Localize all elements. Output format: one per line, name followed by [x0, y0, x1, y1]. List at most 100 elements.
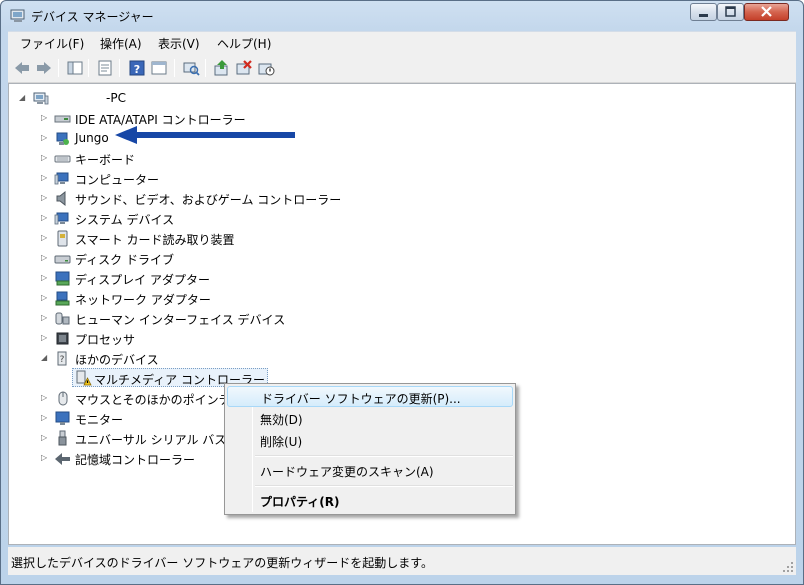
tree-item-label: ディスク ドライブ	[75, 253, 174, 267]
toolbar-separator	[174, 59, 175, 77]
device-manager-window: デバイス マネージャー ファイル(F) 操作(A) 表示(V) ヘルプ(H) ?	[0, 0, 804, 585]
tree-item-label: マウスとそのほかのポインティング デバイス	[75, 393, 239, 407]
minimize-button[interactable]	[690, 3, 717, 21]
tree-root[interactable]: ◢ -PC	[19, 89, 219, 108]
tree-item-mouse[interactable]: ▷ マウスとそのほかのポインティング デバイス	[39, 389, 239, 408]
menu-bar: ファイル(F) 操作(A) 表示(V) ヘルプ(H)	[8, 31, 796, 53]
menu-file[interactable]: ファイル(F)	[20, 35, 84, 52]
close-button[interactable]	[744, 3, 789, 21]
context-item-label: 無効(D)	[260, 413, 303, 427]
toolbar-separator	[119, 59, 120, 77]
toolbar-separator	[88, 59, 89, 77]
expand-icon[interactable]: ▷	[41, 153, 49, 163]
tree-item-disk[interactable]: ▷ ディスク ドライブ	[39, 249, 239, 268]
tree-item-label: キーボード	[75, 153, 136, 167]
tree-item-label: ユニバーサル シリアル バス コントローラー	[75, 433, 225, 447]
menu-help[interactable]: ヘルプ(H)	[217, 35, 271, 52]
expand-icon[interactable]: ▷	[41, 393, 49, 403]
hid-icon	[55, 312, 70, 325]
tree-item-sound[interactable]: ▷ サウンド、ビデオ、およびゲーム コントローラー	[39, 189, 379, 208]
tree-item-hid[interactable]: ▷ ヒューマン インターフェイス デバイス	[39, 309, 319, 328]
tree-item-monitor[interactable]: ▷ モニター	[39, 409, 219, 428]
storage-controller-icon	[55, 453, 70, 465]
context-item-properties[interactable]: プロパティ(R)	[227, 490, 513, 511]
maximize-icon	[725, 6, 736, 17]
tree-item-other[interactable]: ◢ ? ほかのデバイス	[39, 349, 239, 368]
resize-grip-icon[interactable]	[782, 561, 794, 573]
system-device-icon	[54, 212, 69, 225]
context-menu: ドライバー ソフトウェアの更新(P)... 無効(D) 削除(U) ハードウェア…	[224, 383, 516, 515]
toolbar-separator	[205, 59, 206, 77]
context-item-uninstall[interactable]: 削除(U)	[227, 430, 513, 451]
expand-icon[interactable]: ▷	[41, 173, 49, 183]
annotation-arrow	[115, 126, 295, 144]
expand-icon[interactable]: ▷	[41, 293, 49, 303]
toolbar-separator	[58, 59, 59, 77]
speaker-icon	[56, 190, 66, 207]
tree-root-label: -PC	[106, 91, 126, 105]
tree-item-label: スマート カード読み取り装置	[75, 233, 235, 247]
tree-item-keyboard[interactable]: ▷ キーボード	[39, 149, 239, 168]
expand-icon[interactable]: ▷	[41, 213, 49, 223]
display-adapter-icon	[55, 271, 70, 286]
tree-item-display[interactable]: ▷ ディスプレイ アダプター	[39, 269, 259, 288]
tree-item-usb[interactable]: ▷ ユニバーサル シリアル バス コントローラー	[39, 429, 225, 448]
minimize-icon	[699, 14, 708, 17]
maximize-button[interactable]	[717, 3, 744, 21]
tree-item-label: プロセッサ	[75, 333, 136, 347]
expand-icon[interactable]: ▷	[41, 273, 49, 283]
toolbar: ?	[8, 53, 796, 83]
tree-item-label: コンピューター	[75, 173, 160, 187]
tree-item-label: 記憶域コントローラー	[75, 453, 196, 467]
expand-icon[interactable]: ▷	[41, 413, 49, 423]
computer-icon	[33, 92, 49, 105]
tree-item-network[interactable]: ▷ ネットワーク アダプター	[39, 289, 259, 308]
context-item-scan[interactable]: ハードウェア変更のスキャン(A)	[227, 460, 513, 481]
expand-icon[interactable]: ▷	[41, 193, 49, 203]
expand-icon[interactable]: ▷	[41, 133, 49, 143]
update-driver-icon[interactable]	[213, 59, 231, 77]
scan-hardware-icon[interactable]	[182, 59, 200, 77]
menu-action[interactable]: 操作(A)	[100, 35, 142, 52]
tree-item-computer[interactable]: ▷ コンピューター	[39, 169, 239, 188]
properties-icon[interactable]	[96, 59, 114, 77]
tree-item-label: システム デバイス	[75, 213, 175, 227]
collapse-icon[interactable]: ◢	[41, 353, 49, 363]
expand-icon[interactable]: ▷	[41, 233, 49, 243]
expand-icon[interactable]: ▷	[41, 433, 49, 443]
disable-icon[interactable]	[257, 59, 275, 77]
back-icon[interactable]	[13, 59, 31, 77]
title-bar[interactable]: デバイス マネージャー	[1, 1, 803, 31]
context-item-update-driver[interactable]: ドライバー ソフトウェアの更新(P)...	[227, 386, 513, 407]
expand-icon[interactable]: ▷	[41, 333, 49, 343]
expand-icon[interactable]: ▷	[41, 313, 49, 323]
ide-controller-icon	[54, 115, 71, 123]
collapse-icon[interactable]: ◢	[19, 93, 27, 103]
monitor-icon	[55, 411, 70, 425]
tree-item-smartcard[interactable]: ▷ スマート カード読み取り装置	[39, 229, 279, 248]
context-item-disable[interactable]: 無効(D)	[227, 408, 513, 429]
context-item-label: 削除(U)	[260, 435, 303, 449]
expand-icon[interactable]: ▷	[41, 113, 49, 123]
tree-item-processor[interactable]: ▷ プロセッサ	[39, 329, 239, 348]
status-text: 選択したデバイスのドライバー ソフトウェアの更新ウィザードを起動します。	[11, 556, 434, 570]
view-icon[interactable]	[150, 59, 168, 77]
tree-item-label: ヒューマン インターフェイス デバイス	[75, 313, 286, 327]
usb-icon	[58, 430, 67, 446]
expand-icon[interactable]: ▷	[41, 253, 49, 263]
network-adapter-icon	[55, 291, 70, 306]
uninstall-icon[interactable]	[235, 59, 253, 77]
help-icon[interactable]: ?	[128, 59, 146, 77]
context-menu-separator	[255, 455, 513, 457]
tree-item-label: ディスプレイ アダプター	[75, 273, 210, 287]
smart-card-reader-icon	[57, 230, 68, 247]
menu-view[interactable]: 表示(V)	[158, 35, 200, 52]
expand-icon[interactable]: ▷	[41, 453, 49, 463]
context-item-label: プロパティ(R)	[260, 495, 340, 509]
tree-item-storage[interactable]: ▷ 記憶域コントローラー	[39, 449, 229, 468]
close-icon	[761, 6, 772, 17]
show-hide-tree-icon[interactable]	[66, 59, 84, 77]
tree-item-label: Jungo	[75, 131, 109, 145]
tree-item-system[interactable]: ▷ システム デバイス	[39, 209, 239, 228]
forward-icon[interactable]	[35, 59, 53, 77]
